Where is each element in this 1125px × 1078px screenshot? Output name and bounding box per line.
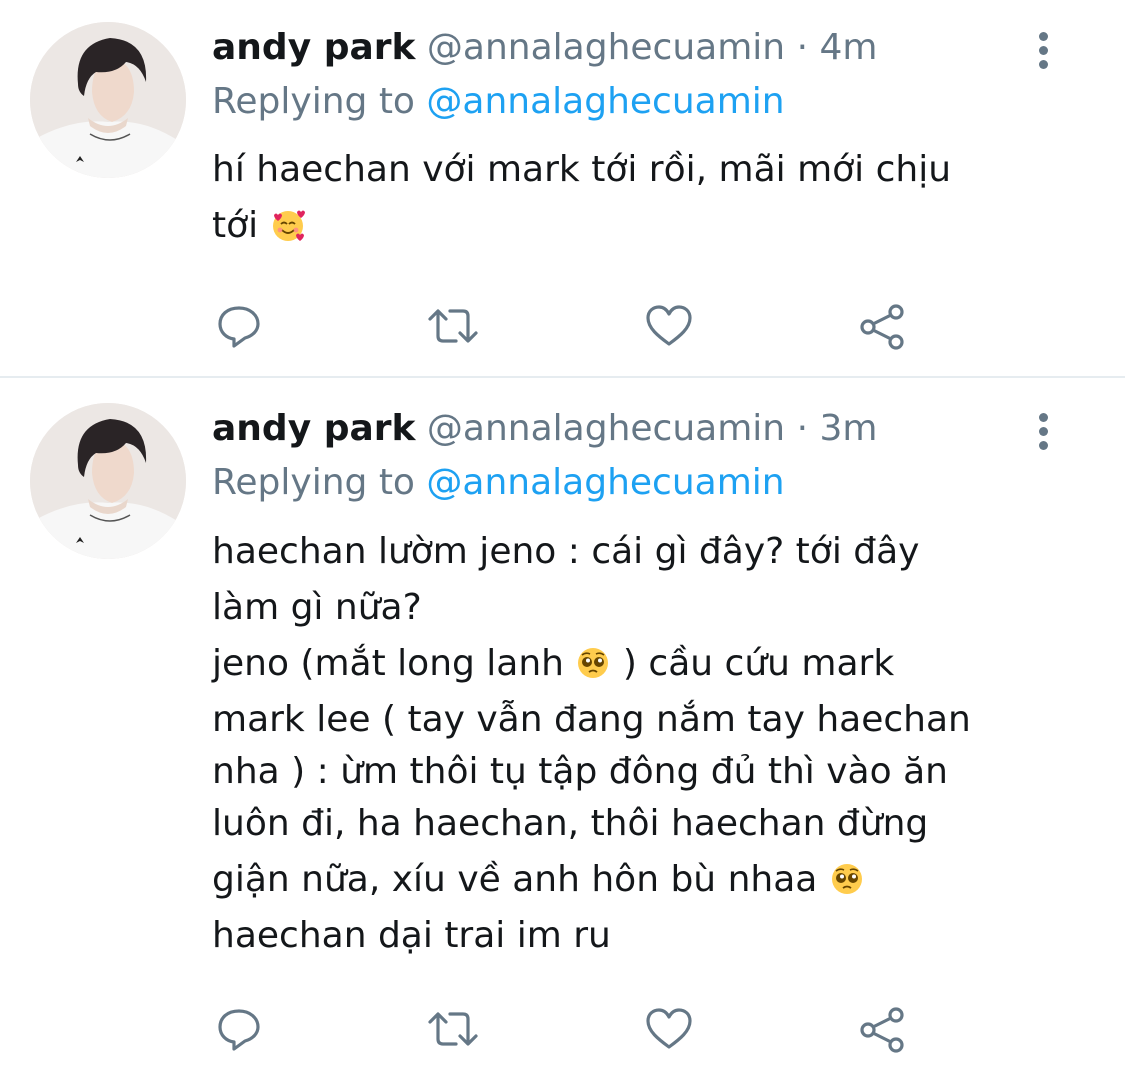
separator-dot: · — [796, 27, 809, 68]
author-handle[interactable]: @annalaghecuamin — [427, 408, 785, 449]
replying-mention[interactable]: @annalaghecuamin — [426, 462, 784, 503]
tweet-line: tới — [212, 205, 259, 246]
replying-label: Replying to — [212, 462, 415, 503]
like-icon[interactable] — [642, 1005, 696, 1055]
more-options-icon[interactable] — [1026, 409, 1062, 453]
pleading-face-icon — [578, 648, 609, 678]
tweet-text: hí haechan với mark tới rồi, mãi mới chị… — [212, 142, 1092, 254]
tweet-actions — [212, 1005, 932, 1055]
replying-label: Replying to — [212, 81, 415, 122]
tweet-header: andy park @annalaghecuamin · 4m — [212, 26, 877, 70]
tweet-line: nha ) : ừm thôi tụ tập đông đủ thì vào ă… — [212, 751, 948, 792]
timestamp[interactable]: 4m — [819, 27, 877, 68]
author-handle[interactable]: @annalaghecuamin — [427, 27, 785, 68]
author-name[interactable]: andy park — [212, 27, 415, 68]
tweet-line: jeno (mắt long lanh — [212, 643, 565, 684]
tweet-line: ) cầu cứu mark — [622, 643, 895, 684]
tweet-line: haechan dại trai im ru — [212, 915, 611, 956]
share-icon[interactable] — [856, 302, 910, 352]
avatar[interactable] — [30, 22, 186, 178]
reply-icon[interactable] — [212, 302, 266, 352]
tweet-line-with-emoji: jeno (mắt long lanh ) cầu cứu mark — [212, 636, 1092, 692]
tweet-line: hí haechan với mark tới rồi, mãi mới chị… — [212, 149, 952, 190]
tweet-actions — [212, 302, 932, 352]
like-icon[interactable] — [642, 302, 696, 352]
tweet-line-with-emoji: tới — [212, 198, 1092, 254]
avatar[interactable] — [30, 403, 186, 559]
tweet-line-with-emoji: giận nữa, xíu về anh hôn bù nhaa — [212, 852, 1092, 908]
replying-to: Replying to @annalaghecuamin — [212, 80, 785, 124]
timestamp[interactable]: 3m — [819, 408, 877, 449]
share-icon[interactable] — [856, 1005, 910, 1055]
separator-dot: · — [796, 408, 809, 449]
tweet-line: haechan lườm jeno : cái gì đây? tới đây — [212, 531, 920, 572]
retweet-icon[interactable] — [426, 302, 480, 352]
tweet-text: haechan lườm jeno : cái gì đây? tới đây … — [212, 524, 1092, 964]
tweet-line: luôn đi, ha haechan, thôi haechan đừng — [212, 803, 929, 844]
smiling-face-with-hearts-icon — [272, 210, 305, 241]
tweet-line: giận nữa, xíu về anh hôn bù nhaa — [212, 859, 818, 900]
tweet-line: mark lee ( tay vẫn đang nắm tay haechan — [212, 699, 971, 740]
more-options-icon[interactable] — [1026, 28, 1062, 72]
retweet-icon[interactable] — [426, 1005, 480, 1055]
author-name[interactable]: andy park — [212, 408, 415, 449]
replying-mention[interactable]: @annalaghecuamin — [426, 81, 784, 122]
tweet-header: andy park @annalaghecuamin · 3m — [212, 407, 877, 451]
avatar-image — [30, 403, 186, 559]
reply-icon[interactable] — [212, 1005, 266, 1055]
avatar-image — [30, 22, 186, 178]
pleading-face-icon — [831, 864, 862, 894]
tweet[interactable]: andy park @annalaghecuamin · 3m Replying… — [0, 378, 1125, 1078]
tweet[interactable]: andy park @annalaghecuamin · 4m Replying… — [0, 0, 1125, 376]
replying-to: Replying to @annalaghecuamin — [212, 461, 785, 505]
tweet-line: làm gì nữa? — [212, 587, 422, 628]
